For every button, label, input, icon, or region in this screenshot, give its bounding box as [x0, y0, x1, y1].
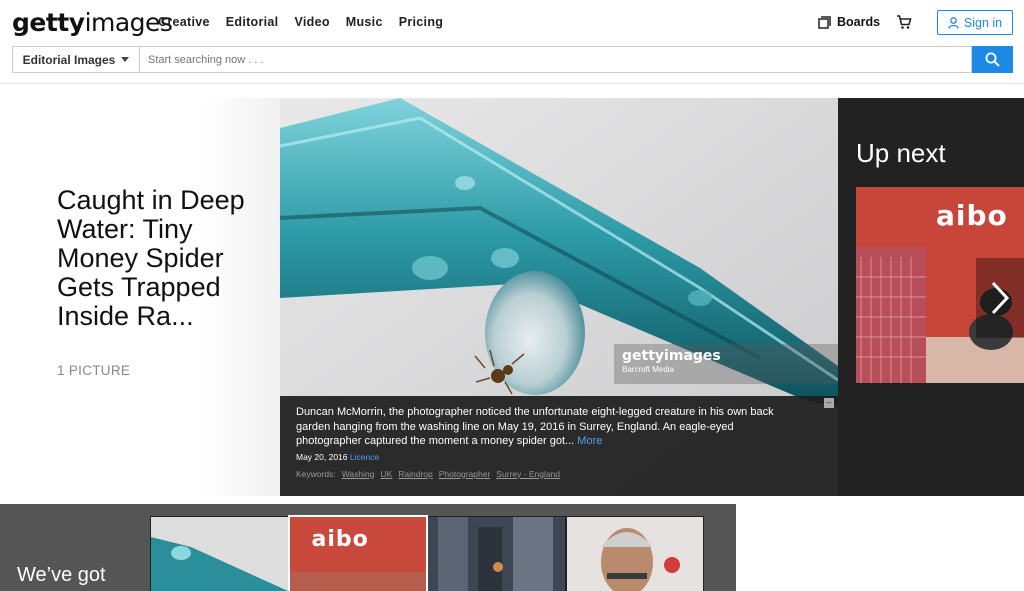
category-dropdown[interactable]: Editorial Images: [12, 46, 139, 73]
main-photo[interactable]: gettyimages Barcroft Media – Duncan McMo…: [280, 98, 838, 496]
keywords: Keywords: Washing UK Raindrop Photograph…: [296, 469, 826, 479]
aibo-thumb-text: aibo: [311, 527, 369, 552]
keyword-link[interactable]: Raindrop: [398, 469, 433, 479]
spider-thumb-image: [151, 517, 288, 591]
up-next-panel: Up next aibo: [838, 98, 1024, 496]
caption-text: Duncan McMorrin, the photographer notice…: [296, 406, 774, 447]
gettyimages-logo[interactable]: gettyimages: [12, 8, 173, 37]
search-input[interactable]: [139, 46, 972, 73]
watermark-logo: gettyimages: [622, 348, 721, 364]
boards-label: Boards: [837, 15, 881, 29]
nav-music[interactable]: Music: [346, 15, 383, 29]
main-nav: Creative Editorial Video Music Pricing: [158, 15, 443, 29]
user-icon: [948, 16, 959, 29]
thumbnail-strip: aibo: [150, 515, 704, 591]
more-link[interactable]: More: [577, 435, 602, 447]
thumbnail-spider[interactable]: [151, 517, 288, 591]
keyword-link[interactable]: Surrey - England: [496, 469, 560, 479]
story-headline[interactable]: Caught in Deep Water: Tiny Money Spider …: [57, 186, 267, 331]
next-arrow-button[interactable]: [976, 258, 1024, 338]
getty-watermark: gettyimages Barcroft Media: [614, 344, 838, 384]
caption-date: May 20, 2016 Licence: [296, 451, 380, 462]
boards-icon: [818, 15, 831, 29]
street-thumb-image: [428, 517, 565, 591]
story-panel: Caught in Deep Water: Tiny Money Spider …: [0, 98, 280, 496]
category-label: Editorial Images: [22, 52, 116, 67]
keyword-link[interactable]: UK: [380, 469, 392, 479]
keyword-link[interactable]: Photographer: [439, 469, 491, 479]
search-bar: Editorial Images: [12, 46, 1013, 73]
picture-count: 1 PICTURE: [57, 363, 131, 378]
thumbnail-portrait[interactable]: [566, 517, 703, 591]
sign-in-label: Sign in: [963, 15, 1003, 30]
section-heading: We’ve got: [17, 564, 106, 586]
sign-in-button[interactable]: Sign in: [937, 10, 1013, 35]
nav-video[interactable]: Video: [294, 15, 329, 29]
keywords-label: Keywords:: [296, 468, 336, 479]
top-bar: gettyimages Creative Editorial Video Mus…: [0, 0, 1024, 46]
aibo-sign-text: aibo: [936, 199, 1008, 232]
search-button[interactable]: [972, 46, 1013, 73]
header-divider: [0, 83, 1024, 84]
thumbnail-street[interactable]: [428, 517, 565, 591]
licence-link[interactable]: Licence: [350, 452, 379, 462]
chevron-down-icon: [121, 57, 130, 62]
up-next-title: Up next: [856, 138, 946, 168]
keyword-link[interactable]: Washing: [342, 469, 375, 479]
chevron-right-icon: [991, 281, 1010, 315]
collapse-caption-button[interactable]: –: [824, 398, 834, 408]
photo-caption-panel: – Duncan McMorrin, the photographer noti…: [280, 396, 838, 496]
thumbnail-aibo[interactable]: aibo: [287, 515, 428, 591]
portrait-thumb-image: [566, 517, 703, 591]
photo-credit: Barcroft Media: [622, 365, 675, 374]
nav-editorial[interactable]: Editorial: [226, 15, 279, 29]
nav-pricing[interactable]: Pricing: [399, 15, 443, 29]
search-icon: [985, 52, 1000, 67]
cart-icon[interactable]: [896, 14, 912, 30]
more-stories-band: We’ve got aibo: [0, 504, 736, 591]
boards-link[interactable]: Boards: [818, 15, 880, 29]
nav-creative[interactable]: Creative: [158, 15, 210, 29]
